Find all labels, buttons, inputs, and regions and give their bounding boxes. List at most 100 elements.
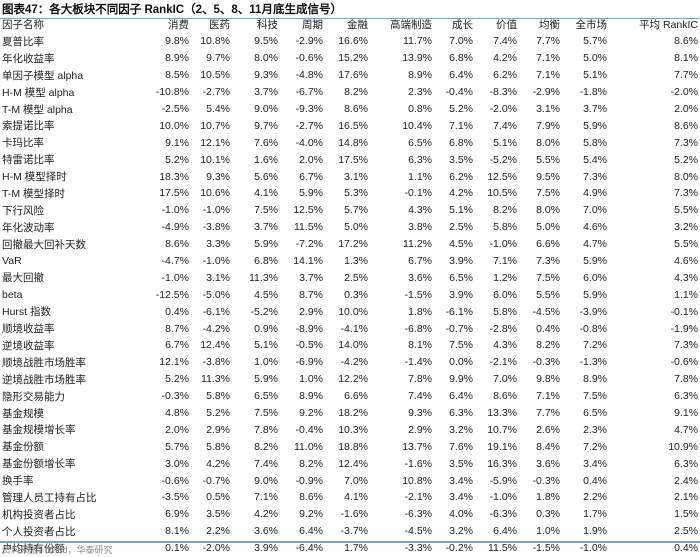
table-row: 最大回撤 -1.0% 3.1% 11.3% 3.7% 2.5% 3.6% 6.5% 1.2% 7.… bbox=[0, 269, 700, 286]
rankic-value-cell: -6.3% bbox=[489, 508, 517, 521]
rankic-value-cell: 7.1% bbox=[536, 69, 560, 82]
rankic-value-cell: -6.8% bbox=[404, 322, 432, 335]
rankic-value-cell: 1.5% bbox=[674, 508, 698, 521]
rankic-value-cell: 2.0% bbox=[165, 423, 189, 436]
rankic-value-cell: 0.3% bbox=[344, 288, 368, 301]
rankic-value-cell: 9.1% bbox=[165, 136, 189, 149]
rankic-value-cell: 4.2% bbox=[206, 457, 230, 470]
rankic-value-cell: 7.2% bbox=[583, 440, 607, 453]
rankic-value-cell: -4.9% bbox=[161, 221, 189, 234]
rankic-value-cell: 4.2% bbox=[493, 52, 517, 65]
rankic-value-cell: -2.1% bbox=[404, 491, 432, 504]
rankic-value-cell: -5.2% bbox=[489, 153, 517, 166]
rankic-value-cell: 9.2% bbox=[299, 407, 323, 420]
rankic-value-cell: -0.6% bbox=[295, 52, 323, 65]
rankic-value-cell: 1.6% bbox=[254, 153, 278, 166]
rankic-value-cell: -4.2% bbox=[340, 356, 368, 369]
rankic-value-cell: 8.1% bbox=[674, 52, 698, 65]
rankic-value-cell: 0.4% bbox=[583, 474, 607, 487]
rankic-value-cell: 5.0% bbox=[583, 52, 607, 65]
table-header-row: 因子名称 消费 医药 科技 周期 金融 高端制造 成长 价值 均衡 全市场 平均 RankIC bbox=[0, 16, 700, 33]
rankic-value-cell: 12.1% bbox=[159, 356, 189, 369]
rankic-value-cell: -0.3% bbox=[161, 390, 189, 403]
rankic-value-cell: 12.1% bbox=[200, 136, 230, 149]
rankic-value-cell: 7.5% bbox=[254, 204, 278, 217]
rankic-value-cell: -1.3% bbox=[579, 356, 607, 369]
rankic-value-cell: -1.0% bbox=[489, 491, 517, 504]
table-row: 索提诺比率 10.0% 10.7% 9.7% -2.7% 16.5% 10.4% 7.1% 7.… bbox=[0, 117, 700, 134]
factor-name-cell: 隐形交易能力 bbox=[2, 390, 65, 403]
factor-name-cell: 管理人员工持有占比 bbox=[2, 491, 97, 504]
rankic-value-cell: 5.1% bbox=[254, 339, 278, 352]
rankic-value-cell: -0.7% bbox=[202, 474, 230, 487]
rankic-value-cell: 9.7% bbox=[206, 52, 230, 65]
rankic-value-cell: 4.3% bbox=[408, 204, 432, 217]
rankic-value-cell: -1.5% bbox=[404, 288, 432, 301]
factor-name-cell: 基金规模增长率 bbox=[2, 424, 76, 437]
rankic-value-cell: 14.1% bbox=[293, 255, 323, 268]
rankic-value-cell: 18.2% bbox=[338, 407, 368, 420]
column-header: 成长 bbox=[452, 19, 473, 31]
rankic-value-cell: 4.1% bbox=[254, 187, 278, 200]
rankic-value-cell: 7.4% bbox=[254, 457, 278, 470]
rankic-value-cell: 10.1% bbox=[200, 153, 230, 166]
rankic-value-cell: 8.2% bbox=[493, 204, 517, 217]
rankic-value-cell: 7.3% bbox=[674, 187, 698, 200]
rankic-value-cell: 9.9% bbox=[449, 373, 473, 386]
rankic-value-cell: -1.0% bbox=[161, 204, 189, 217]
source-note: 资料来源：Wind，华泰研究 bbox=[2, 545, 113, 555]
rankic-value-cell: 14.8% bbox=[338, 136, 368, 149]
rankic-value-cell: 0.8% bbox=[408, 103, 432, 115]
rankic-value-cell: 5.2% bbox=[449, 103, 473, 115]
rankic-value-cell: 1.0% bbox=[254, 356, 278, 369]
rankic-value-cell: 9.1% bbox=[674, 407, 698, 420]
rankic-value-cell: 5.9% bbox=[583, 288, 607, 301]
table-row: 基金份额增长率 3.0% 4.2% 7.4% 8.2% 12.4% -1.6% 3.5% 16.… bbox=[0, 455, 700, 472]
rankic-value-cell: 16.3% bbox=[487, 457, 517, 470]
rankic-value-cell: 7.6% bbox=[449, 440, 473, 453]
rankic-value-cell: 9.5% bbox=[254, 35, 278, 48]
rankic-value-cell: -4.8% bbox=[295, 69, 323, 82]
rankic-value-cell: -0.6% bbox=[670, 356, 698, 369]
table-row: 管理人员工持有占比 -3.5% 0.5% 7.1% 8.6% 4.1% -2.1% 3.4% -… bbox=[0, 489, 700, 506]
factor-name-cell: T-M 模型 alpha bbox=[2, 103, 73, 116]
rankic-value-cell: -5.9% bbox=[489, 474, 517, 487]
table-row: H-M 模型择时 18.3% 9.3% 5.6% 6.7% 3.1% 1.1% 6.2% 12.… bbox=[0, 168, 700, 185]
rankic-value-cell: 3.7% bbox=[254, 221, 278, 234]
factor-name-cell: 机构投资者占比 bbox=[2, 508, 76, 521]
rankic-value-cell: 3.8% bbox=[408, 221, 432, 234]
rankic-value-cell: 6.3% bbox=[674, 390, 698, 403]
rankic-value-cell: 17.5% bbox=[159, 187, 189, 200]
rankic-value-cell: 19.1% bbox=[487, 440, 517, 453]
rankic-value-cell: 7.3% bbox=[674, 339, 698, 352]
rankic-value-cell: 5.9% bbox=[583, 255, 607, 268]
rankic-value-cell: 7.5% bbox=[254, 407, 278, 420]
table-row: 单因子模型 alpha 8.5% 10.5% 9.3% -4.8% 17.6% 8.9% 6.… bbox=[0, 67, 700, 84]
rankic-value-cell: -0.4% bbox=[445, 86, 473, 99]
rankic-value-cell: 10.0% bbox=[159, 119, 189, 132]
rankic-value-cell: -6.9% bbox=[295, 356, 323, 369]
factor-name-cell: VaR bbox=[2, 255, 22, 268]
factor-name-cell: 索提诺比率 bbox=[2, 120, 55, 133]
rankic-value-cell: 2.9% bbox=[299, 305, 323, 318]
rankic-value-cell: 7.5% bbox=[583, 390, 607, 403]
figure-title: 图表47：各大板块不同因子 RankIC（2、5、8、11月底生成信号） bbox=[2, 4, 342, 16]
rankic-value-cell: -0.1% bbox=[670, 305, 698, 318]
rankic-value-cell: 4.7% bbox=[674, 423, 698, 436]
table-row: 年化收益率 8.9% 9.7% 8.0% -0.6% 15.2% 13.9% 6.8% 4.2%… bbox=[0, 50, 700, 67]
rankic-value-cell: -6.1% bbox=[202, 305, 230, 318]
factor-name-cell: 下行风险 bbox=[2, 204, 44, 217]
table-row: 卡玛比率 9.1% 12.1% 7.6% -4.0% 14.8% 6.5% 6.8% 5.1% 8… bbox=[0, 134, 700, 151]
factor-name-cell: Hurst 指数 bbox=[2, 306, 52, 319]
column-header: 全市场 bbox=[575, 19, 608, 31]
rankic-value-cell: 6.3% bbox=[408, 153, 432, 166]
rankic-value-cell: 18.3% bbox=[159, 170, 189, 183]
rankic-value-cell: 8.2% bbox=[254, 440, 278, 453]
rankic-value-cell: 11.2% bbox=[403, 238, 432, 251]
rankic-value-cell: 6.7% bbox=[165, 339, 189, 352]
rankic-value-cell: 9.2% bbox=[299, 508, 323, 521]
factor-name-cell: 换手率 bbox=[2, 475, 34, 488]
rankic-value-cell: 10.4% bbox=[402, 119, 432, 132]
rankic-value-cell: 6.8% bbox=[449, 52, 473, 65]
rankic-value-cell: -0.8% bbox=[579, 322, 607, 335]
